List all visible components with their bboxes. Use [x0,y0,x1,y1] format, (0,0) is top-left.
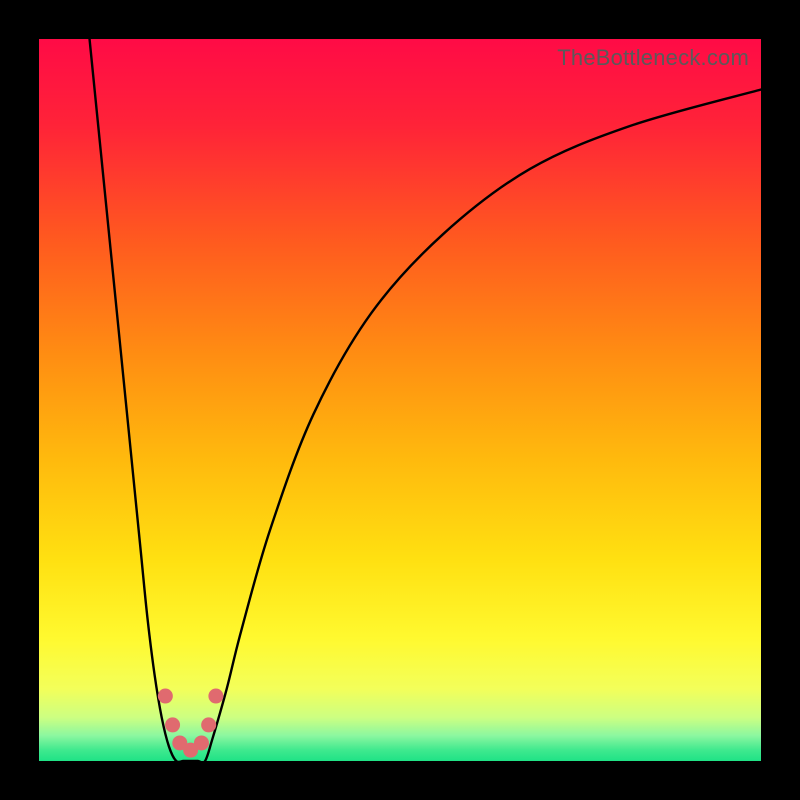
curve-layer [39,39,761,761]
marker-dot [158,689,173,704]
bottleneck-curve [90,39,761,761]
marker-dots [158,689,224,758]
marker-dot [194,735,209,750]
plot-area: TheBottleneck.com [39,39,761,761]
marker-dot [208,689,223,704]
attribution-label: TheBottleneck.com [557,45,749,71]
chart-frame: TheBottleneck.com [0,0,800,800]
marker-dot [201,717,216,732]
marker-dot [165,717,180,732]
